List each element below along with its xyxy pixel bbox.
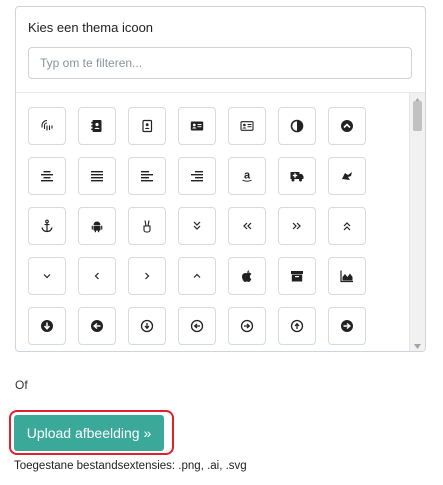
sign-language-icon [340, 169, 354, 183]
icon-option-arrow-circle-o-up[interactable] [278, 307, 316, 345]
icon-option-align-right[interactable] [178, 157, 216, 195]
icon-option-align-left[interactable] [128, 157, 166, 195]
arrow-circle-o-down-icon [140, 319, 154, 333]
icon-option-arrow-circle-o-left[interactable] [178, 307, 216, 345]
icon-option-angle-left[interactable] [78, 257, 116, 295]
align-center-icon [40, 169, 54, 183]
icon-option-chevron-circle-up[interactable] [328, 107, 366, 145]
icon-option-area-chart[interactable] [328, 257, 366, 295]
arrow-circle-right-icon [340, 319, 354, 333]
scroll-down-arrow-icon[interactable] [410, 339, 425, 351]
area-chart-icon [340, 269, 354, 283]
angle-double-right-icon [290, 219, 304, 233]
or-label: Of [15, 378, 28, 392]
arrow-circle-o-up-icon [290, 319, 304, 333]
address-book-icon [90, 119, 104, 133]
icon-option-arrow-circle-down[interactable] [28, 307, 66, 345]
scrollbar-thumb[interactable] [413, 101, 422, 131]
angle-up-icon [190, 269, 204, 283]
align-justify-icon [90, 169, 104, 183]
icon-grid-viewport: a [16, 93, 410, 351]
allowed-extensions-text: Toegestane bestandsextensies: .png, .ai,… [14, 460, 247, 472]
fingerprint-icon [40, 119, 54, 133]
amazon-icon: a [240, 169, 254, 183]
icon-picker-panel: Kies een thema icoon a [15, 6, 426, 352]
icon-option-arrow-circle-left[interactable] [78, 307, 116, 345]
icon-option-ambulance[interactable] [278, 157, 316, 195]
angle-double-up-icon [340, 219, 354, 233]
address-card-outline-icon [240, 119, 254, 133]
arrow-circle-o-right-icon [240, 319, 254, 333]
android-icon [90, 219, 104, 233]
icon-option-address-card-outline[interactable] [228, 107, 266, 145]
icon-option-arrow-circle-o-right[interactable] [228, 307, 266, 345]
icon-filter-input[interactable] [28, 47, 412, 79]
icon-option-angle-double-up[interactable] [328, 207, 366, 245]
icon-option-fingerprint[interactable] [28, 107, 66, 145]
icon-option-angle-right[interactable] [128, 257, 166, 295]
icon-picker-header: Kies een thema icoon [16, 7, 425, 93]
angle-down-icon [40, 269, 54, 283]
peace-hand-icon [140, 219, 154, 233]
icon-option-align-justify[interactable] [78, 157, 116, 195]
svg-text:a: a [244, 170, 251, 182]
align-left-icon [140, 169, 154, 183]
arrow-circle-o-left-icon [190, 319, 204, 333]
icon-option-angle-down[interactable] [28, 257, 66, 295]
icon-option-sign-language[interactable] [328, 157, 366, 195]
icon-option-adjust[interactable] [278, 107, 316, 145]
icon-grid-scrollbar[interactable] [409, 93, 425, 351]
icon-option-address-book-outline[interactable] [128, 107, 166, 145]
address-book-outline-icon [140, 119, 154, 133]
icon-option-arrow-circle-right[interactable] [328, 307, 366, 345]
icon-option-android[interactable] [78, 207, 116, 245]
arrow-circle-down-icon [40, 319, 54, 333]
upload-image-button[interactable]: Upload afbeelding » [14, 415, 164, 451]
archive-icon [290, 269, 304, 283]
icon-option-archive[interactable] [278, 257, 316, 295]
icon-option-arrow-circle-o-down[interactable] [128, 307, 166, 345]
ambulance-icon [290, 169, 304, 183]
icon-grid: a [28, 107, 366, 345]
icon-option-angle-up[interactable] [178, 257, 216, 295]
icon-option-angle-double-down[interactable] [178, 207, 216, 245]
icon-option-amazon[interactable]: a [228, 157, 266, 195]
align-right-icon [190, 169, 204, 183]
angle-right-icon [140, 269, 154, 283]
chevron-circle-up-icon [340, 119, 354, 133]
icon-option-angle-double-right[interactable] [278, 207, 316, 245]
icon-picker-title: Kies een thema icoon [28, 20, 154, 35]
arrow-circle-left-icon [90, 319, 104, 333]
icon-option-angle-double-left[interactable] [228, 207, 266, 245]
anchor-icon [40, 219, 54, 233]
icon-option-anchor[interactable] [28, 207, 66, 245]
apple-icon [240, 269, 254, 283]
icon-option-align-center[interactable] [28, 157, 66, 195]
icon-option-peace-hand[interactable] [128, 207, 166, 245]
angle-left-icon [90, 269, 104, 283]
adjust-icon [290, 119, 304, 133]
address-card-icon [190, 119, 204, 133]
angle-double-down-icon [190, 219, 204, 233]
icon-option-address-card[interactable] [178, 107, 216, 145]
angle-double-left-icon [240, 219, 254, 233]
icon-option-address-book[interactable] [78, 107, 116, 145]
icon-option-apple[interactable] [228, 257, 266, 295]
